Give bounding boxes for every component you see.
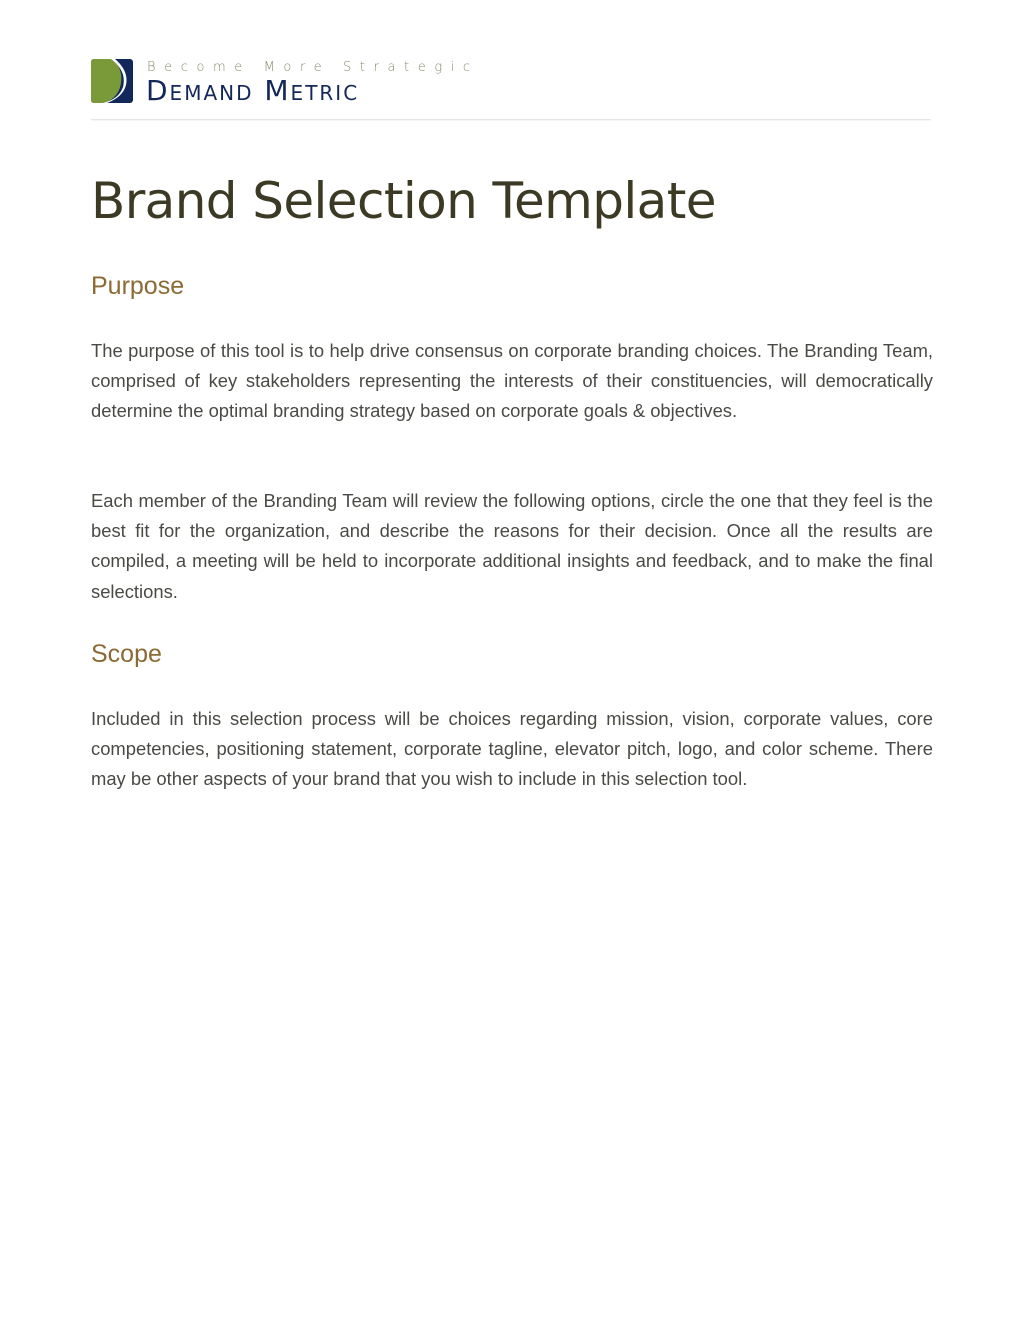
- header-divider: [91, 119, 931, 120]
- purpose-paragraph: Each member of the Branding Team will re…: [91, 490, 933, 602]
- demand-metric-logo-icon: [91, 59, 133, 103]
- purpose-paragraph: The purpose of this tool is to help driv…: [91, 340, 933, 422]
- section-heading-scope: Scope: [91, 640, 162, 668]
- section-heading-purpose: Purpose: [91, 272, 185, 300]
- scope-paragraph: Included in this selection process will …: [91, 708, 933, 790]
- demand-metric-logo: Become More Strategic Demand Metric: [91, 59, 491, 105]
- document-title: Brand Selection Template: [91, 172, 716, 230]
- logo-tagline: Become More Strategic: [147, 60, 479, 75]
- logo-brand-name: Demand Metric: [146, 74, 360, 107]
